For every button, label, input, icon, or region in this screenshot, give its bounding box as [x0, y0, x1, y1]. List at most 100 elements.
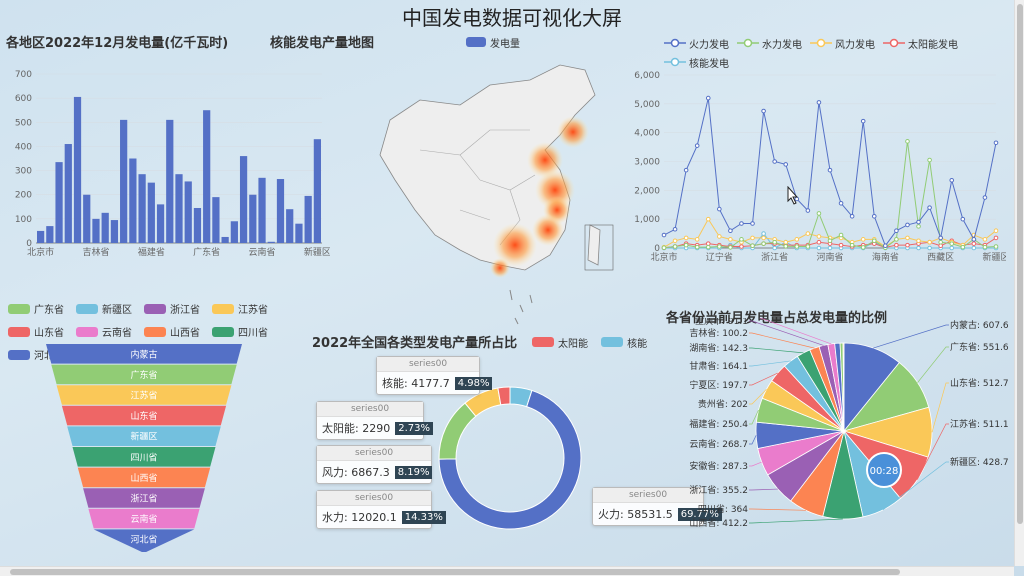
bar[interactable] — [129, 158, 137, 244]
data-point[interactable] — [894, 242, 899, 248]
data-point[interactable] — [805, 231, 811, 236]
data-point[interactable] — [916, 238, 921, 244]
data-point[interactable] — [783, 243, 789, 249]
data-point[interactable] — [860, 118, 866, 124]
line-legend-item[interactable]: 水力发电 — [737, 36, 802, 51]
bar[interactable] — [92, 218, 100, 243]
bar[interactable] — [46, 226, 54, 243]
funnel-legend-item[interactable]: 江苏省 — [212, 301, 276, 316]
data-point[interactable] — [894, 237, 899, 242]
data-point[interactable] — [783, 239, 789, 245]
funnel-legend-item[interactable]: 四川省 — [212, 324, 276, 339]
data-point[interactable] — [927, 157, 932, 163]
taiwan-shape[interactable] — [587, 224, 601, 266]
data-point[interactable] — [960, 216, 966, 222]
data-point[interactable] — [750, 235, 755, 241]
data-point[interactable] — [905, 139, 910, 144]
data-point[interactable] — [971, 241, 977, 246]
data-point[interactable] — [805, 208, 811, 213]
data-point[interactable] — [739, 221, 744, 226]
province-share-pie-chart[interactable]: 内蒙古: 607.6 广东省: 551.6 山东省: 512.7 江苏省: 511.1… — [660, 318, 1014, 536]
heat-spot-fujian[interactable] — [532, 214, 564, 246]
data-point[interactable] — [750, 221, 755, 226]
data-point[interactable] — [816, 245, 822, 251]
bar[interactable] — [193, 207, 202, 243]
bar[interactable] — [156, 204, 165, 243]
bar[interactable] — [55, 162, 63, 243]
data-point[interactable] — [761, 231, 766, 236]
data-point[interactable] — [949, 241, 955, 246]
data-point[interactable] — [982, 237, 988, 242]
data-point[interactable] — [982, 195, 988, 200]
data-point[interactable] — [927, 239, 932, 245]
bar[interactable] — [221, 236, 229, 243]
data-point[interactable] — [871, 213, 877, 219]
bar[interactable] — [258, 177, 266, 243]
data-point[interactable] — [717, 234, 722, 239]
data-point[interactable] — [927, 245, 932, 251]
funnel-legend-item[interactable]: 浙江省 — [144, 301, 208, 316]
data-point[interactable] — [683, 235, 689, 241]
vertical-scrollbar[interactable] — [1014, 0, 1024, 566]
data-point[interactable] — [672, 238, 678, 244]
bar[interactable] — [267, 241, 275, 243]
bar[interactable] — [239, 156, 248, 243]
funnel-legend-item[interactable]: 广东省 — [8, 301, 72, 316]
data-point[interactable] — [938, 239, 943, 245]
data-point[interactable] — [805, 244, 811, 249]
data-point[interactable] — [694, 143, 700, 148]
data-point[interactable] — [717, 244, 722, 249]
bar[interactable] — [37, 230, 45, 243]
funnel-legend-item[interactable]: 山东省 — [8, 324, 72, 339]
data-point[interactable] — [993, 228, 999, 233]
data-point[interactable] — [971, 245, 977, 251]
data-point[interactable] — [905, 242, 910, 248]
funnel-legend-item[interactable]: 云南省 — [76, 324, 140, 339]
data-point[interactable] — [661, 245, 667, 251]
data-point[interactable] — [816, 211, 822, 216]
donut-legend[interactable]: 太阳能 核能 — [532, 332, 655, 351]
donut-slice[interactable] — [438, 402, 477, 460]
data-point[interactable] — [728, 245, 733, 250]
data-point[interactable] — [794, 237, 800, 242]
data-point[interactable] — [971, 237, 977, 242]
bar[interactable] — [249, 194, 257, 243]
data-point[interactable] — [993, 235, 999, 241]
bar[interactable] — [64, 144, 72, 243]
data-point[interactable] — [705, 95, 711, 101]
data-point[interactable] — [860, 237, 866, 242]
data-point[interactable] — [916, 224, 921, 229]
data-point[interactable] — [982, 244, 988, 250]
data-point[interactable] — [816, 239, 822, 245]
data-point[interactable] — [772, 239, 777, 245]
map-legend[interactable]: 发电量 — [466, 32, 528, 51]
data-point[interactable] — [783, 162, 789, 167]
bar[interactable] — [230, 221, 238, 243]
data-point[interactable] — [894, 228, 899, 233]
data-point[interactable] — [860, 245, 866, 250]
data-point[interactable] — [694, 237, 700, 242]
data-point[interactable] — [871, 238, 877, 244]
data-point[interactable] — [717, 206, 722, 212]
data-point[interactable] — [827, 167, 833, 173]
china-heat-map[interactable] — [360, 60, 650, 330]
bar[interactable] — [184, 181, 192, 243]
data-point[interactable] — [705, 216, 711, 222]
data-point[interactable] — [827, 238, 833, 244]
region-bar-chart[interactable]: 0100200300400500600700北京市 吉林省 福建省 广东省 云南省 新疆区 — [0, 58, 330, 268]
vertical-scroll-thumb[interactable] — [1017, 4, 1023, 524]
data-point[interactable] — [761, 108, 766, 114]
data-point[interactable] — [838, 232, 844, 238]
line-legend-item[interactable]: 太阳能发电 — [883, 36, 958, 51]
data-point[interactable] — [816, 100, 822, 105]
bar[interactable] — [83, 194, 91, 243]
line-legend-item[interactable]: 火力发电 — [664, 36, 729, 51]
data-point[interactable] — [916, 219, 921, 225]
bar[interactable] — [110, 220, 119, 243]
data-point[interactable] — [705, 244, 711, 250]
data-point[interactable] — [772, 159, 777, 164]
data-point[interactable] — [827, 245, 833, 251]
data-point[interactable] — [683, 242, 689, 248]
bar[interactable] — [203, 110, 211, 243]
bar[interactable] — [73, 96, 82, 243]
